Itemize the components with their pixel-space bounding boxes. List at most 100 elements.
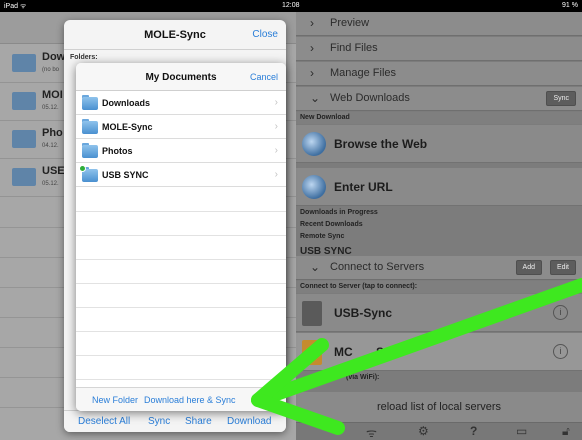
section-connect-servers[interactable]: ⌄ Connect to Servers Add Edit	[296, 256, 582, 280]
empty-row-divider	[76, 307, 286, 308]
server-label: USB-Sync	[334, 306, 393, 320]
menu-item-preview[interactable]: › Preview	[296, 12, 582, 36]
empty-row-divider	[76, 283, 286, 284]
battery-level: 91 %	[562, 2, 578, 9]
list-item-title: MOI	[42, 89, 63, 101]
server-usb-sync[interactable]: USB-Sync i	[296, 294, 582, 332]
menu-item-find-files[interactable]: › Find Files	[296, 37, 582, 61]
popover-footer: New Folder Download here & Sync	[76, 387, 286, 411]
popover-header: MOLE-Sync Close	[64, 20, 286, 50]
sync-badge-icon	[79, 165, 86, 172]
download-here-sync-button[interactable]: Download here & Sync	[144, 395, 236, 405]
folder-icon	[12, 92, 36, 110]
folder-label: MOLE-Sync	[102, 122, 153, 132]
bottom-toolbar: ᯤ ⚙ ? ▭ 🔓︎	[296, 422, 582, 440]
menu-item-label: Manage Files	[330, 67, 397, 79]
folder-icon	[12, 130, 36, 148]
gear-icon[interactable]: ⚙	[418, 424, 429, 438]
mac-icon	[302, 340, 322, 365]
chevron-right-icon: ›	[274, 97, 278, 108]
empty-row-divider	[76, 235, 286, 236]
menu-item-label: Find Files	[330, 42, 378, 54]
list-item-subtitle: (no bo	[42, 67, 60, 73]
close-button[interactable]: Close	[252, 29, 278, 40]
new-folder-button[interactable]: New Folder	[92, 395, 138, 405]
download-button[interactable]: Download	[227, 416, 271, 427]
recent-downloads[interactable]: Recent Downloads	[300, 221, 363, 228]
add-button[interactable]: Add	[515, 260, 542, 275]
my-documents-popover: My Documents Cancel Downloads › MOLE-Syn…	[76, 63, 286, 411]
cancel-button[interactable]: Cancel	[250, 72, 278, 82]
chevron-down-icon: ⌄	[310, 260, 321, 274]
folder-label: Photos	[102, 146, 133, 156]
popover-toolbar: Deselect All Sync Share Download	[64, 410, 286, 432]
section-label: Web Downloads	[330, 92, 410, 104]
lock-icon[interactable]: 🔓︎	[562, 424, 570, 439]
screen-icon[interactable]: ▭	[516, 424, 527, 438]
wifi-header: (via WiFi):	[346, 374, 380, 381]
sync-button[interactable]: Sync	[148, 416, 170, 427]
list-item-title: USE	[42, 165, 65, 177]
folder-label: Downloads	[102, 98, 151, 108]
downloads-in-progress[interactable]: Downloads in Progress	[300, 209, 378, 216]
list-item-subtitle: 04.12.	[42, 143, 59, 149]
connect-header: Connect to Server (tap to connect):	[296, 281, 582, 293]
chevron-right-icon: ›	[274, 169, 278, 180]
drive-icon	[302, 301, 322, 326]
wifi-icon[interactable]: ᯤ	[366, 424, 377, 440]
folder-row-photos[interactable]: Photos ›	[76, 140, 286, 163]
device-label: iPad ᯤ	[4, 3, 27, 10]
server-label-tail: Sync	[376, 345, 405, 359]
folder-row-usb-sync[interactable]: USB SYNC ›	[76, 164, 286, 187]
info-icon[interactable]: i	[553, 344, 568, 359]
folder-row-downloads[interactable]: Downloads ›	[76, 92, 286, 115]
share-button[interactable]: Share	[185, 416, 212, 427]
folder-label: USB SYNC	[102, 170, 149, 180]
empty-row-divider	[76, 379, 286, 380]
chevron-right-icon: ›	[274, 145, 278, 156]
browse-web-label: Browse the Web	[334, 137, 428, 151]
enter-url-label: Enter URL	[334, 180, 393, 194]
sync-button[interactable]: Sync	[546, 91, 576, 106]
empty-row-divider	[76, 331, 286, 332]
deselect-all-button[interactable]: Deselect All	[78, 416, 130, 427]
folder-icon	[12, 54, 36, 72]
list-item-title: Dow	[42, 51, 66, 63]
server-mole-sync[interactable]: MC Sync i	[296, 333, 582, 371]
status-time: 12:08	[282, 2, 300, 9]
folder-icon	[82, 121, 98, 134]
folder-icon	[12, 168, 36, 186]
chevron-right-icon: ›	[274, 121, 278, 132]
section-label: Connect to Servers	[330, 261, 425, 273]
chevron-right-icon: ›	[310, 41, 314, 55]
folders-label: Folders:	[70, 54, 98, 61]
globe-icon	[302, 175, 326, 199]
edit-button[interactable]: Edit	[549, 260, 576, 275]
remote-sync[interactable]: Remote Sync	[300, 233, 344, 240]
section-web-downloads[interactable]: ⌄ Web Downloads Sync	[296, 87, 582, 111]
empty-row-divider	[76, 355, 286, 356]
popover-header: My Documents Cancel	[76, 63, 286, 91]
globe-icon	[302, 132, 326, 156]
help-icon[interactable]: ?	[470, 424, 477, 438]
folder-icon	[82, 97, 98, 110]
browse-web-row[interactable]: Browse the Web	[296, 125, 582, 163]
enter-url-row[interactable]: Enter URL	[296, 168, 582, 206]
list-item-title: Pho	[42, 127, 63, 139]
info-icon[interactable]: i	[553, 305, 568, 320]
list-item-subtitle: 05.12.	[42, 105, 59, 111]
reload-servers-button[interactable]: reload list of local servers	[296, 392, 582, 422]
chevron-right-icon: ›	[310, 16, 314, 30]
menu-item-manage-files[interactable]: › Manage Files	[296, 62, 582, 86]
empty-row-divider	[76, 211, 286, 212]
menu-item-label: Preview	[330, 17, 370, 29]
folder-row-mole-sync[interactable]: MOLE-Sync ›	[76, 116, 286, 139]
chevron-right-icon: ›	[310, 66, 314, 80]
folder-icon	[82, 145, 98, 158]
list-item-subtitle: 05.12.	[42, 181, 59, 187]
server-label: MC	[334, 345, 353, 359]
sidebar-pane: › Preview › Find Files › Manage Files ⌄ …	[296, 12, 582, 440]
empty-row-divider	[76, 259, 286, 260]
status-bar: iPad ᯤ 12:08 91 %	[0, 0, 582, 12]
new-download-header: New Download	[296, 112, 582, 124]
